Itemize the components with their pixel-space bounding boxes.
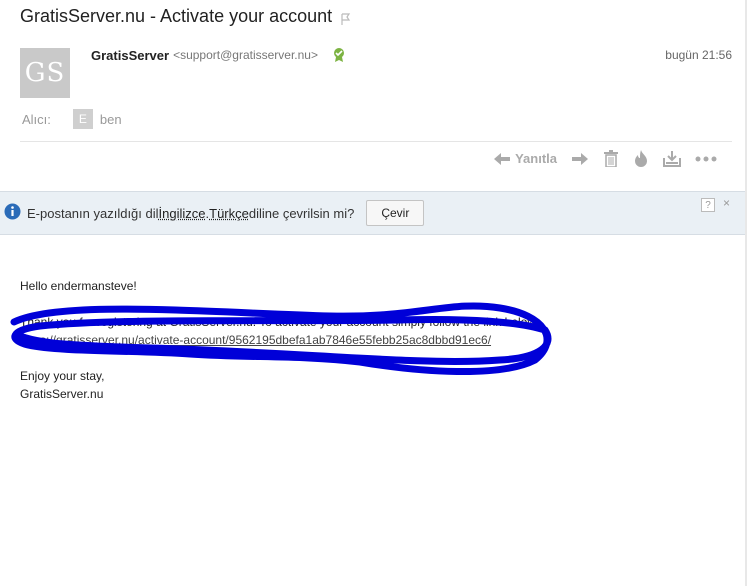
instruction-text: Thank you for registering at GratisServe… — [20, 315, 540, 329]
translate-text-before: E-postanın yazıldığı dil — [27, 205, 159, 221]
hot-icon — [633, 150, 649, 167]
recipient-name[interactable]: ben — [100, 112, 122, 127]
info-icon — [4, 203, 21, 223]
recipient-row: Alıcı: E ben — [22, 109, 122, 129]
more-icon — [695, 156, 717, 162]
source-language-link[interactable]: İngilizce — [159, 206, 206, 221]
closing-text-1: Enjoy your stay, — [20, 369, 105, 383]
delete-icon — [603, 150, 619, 167]
sender-email: <support@gratisserver.nu> — [173, 48, 318, 62]
closing-text-2: GratisServer.nu — [20, 387, 104, 401]
avatar: GS — [20, 48, 70, 98]
reply-icon — [493, 152, 511, 166]
message-toolbar: Yanıtla — [479, 150, 717, 167]
translate-text-after: diline çevrilsin mi? — [248, 205, 355, 221]
spam-button[interactable] — [633, 150, 649, 167]
activation-link[interactable]: https://gratisserver.nu/activate-account… — [20, 333, 491, 347]
email-view: GratisServer.nu - Activate your account … — [0, 0, 747, 586]
forward-button[interactable] — [571, 152, 589, 166]
header-divider — [20, 141, 732, 142]
email-subject: GratisServer.nu - Activate your account — [20, 6, 333, 26]
translate-bar: E-postanın yazıldığı dil İngilizce . Tür… — [0, 191, 745, 235]
greeting-text: Hello endermansteve! — [20, 279, 137, 293]
recipient-avatar: E — [72, 109, 93, 129]
forward-icon — [571, 152, 589, 166]
email-date: bugün 21:56 — [665, 48, 732, 62]
target-language-link[interactable]: Türkçe — [209, 206, 249, 221]
move-button[interactable] — [663, 150, 681, 167]
email-subject-row: GratisServer.nu - Activate your account — [20, 6, 352, 27]
more-button[interactable] — [695, 156, 717, 162]
reply-button[interactable]: Yanıtla — [493, 151, 557, 166]
recipient-label: Alıcı: — [22, 111, 51, 127]
email-body: Hello endermansteve! Thank you for regis… — [20, 277, 539, 403]
delete-button[interactable] — [603, 150, 619, 167]
close-icon[interactable]: × — [723, 196, 730, 210]
flag-icon[interactable] — [340, 10, 352, 25]
translate-button[interactable]: Çevir — [366, 200, 425, 226]
download-icon — [663, 150, 681, 167]
reply-label: Yanıtla — [515, 151, 557, 166]
help-icon[interactable]: ? — [701, 198, 715, 212]
verified-sender-icon — [332, 47, 346, 63]
sender-name[interactable]: GratisServer — [91, 48, 169, 63]
sender-info: GratisServer <support@gratisserver.nu> — [91, 47, 346, 63]
